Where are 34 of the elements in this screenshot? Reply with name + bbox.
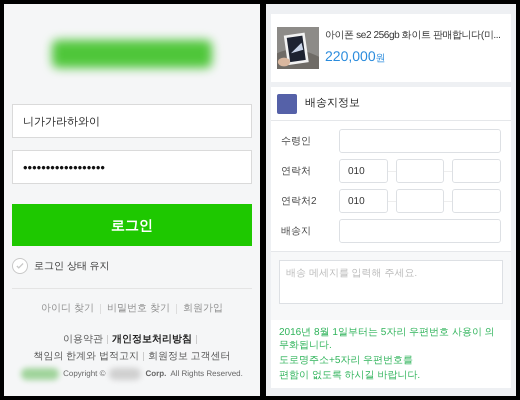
footer-link[interactable]: 개인정보처리방침 xyxy=(112,332,192,347)
copyright-text: Copyright © xyxy=(63,368,106,380)
input-field[interactable] xyxy=(396,159,444,183)
notice-text: 2016년 8월 1일부터는 5자리 우편번호 사용이 의무화됩니다. xyxy=(279,326,496,352)
square-icon xyxy=(277,94,297,114)
input-field[interactable] xyxy=(452,159,502,183)
input-field[interactable] xyxy=(396,189,444,213)
field-label: 배송지 xyxy=(281,224,312,238)
keep-login-label: 로그인 상태 유지 xyxy=(34,260,110,274)
blurred-logo xyxy=(109,368,142,380)
password-field[interactable]: •••••••••••••••••• xyxy=(12,150,252,184)
field-label: 수령인 xyxy=(281,134,312,148)
keep-login-checkbox[interactable] xyxy=(12,258,28,274)
rights-text: All Rights Reserved. xyxy=(170,368,243,380)
input-field[interactable]: 010 xyxy=(339,159,388,183)
product-price: 220,000원 xyxy=(325,47,387,66)
input-field[interactable]: 010 xyxy=(339,189,388,213)
input-field[interactable] xyxy=(452,189,502,213)
field-label: 연락처 xyxy=(281,164,312,178)
notice-text: 편함이 없도록 하시길 바랍니다. xyxy=(279,369,422,382)
id-field[interactable]: 니가가라하와이 xyxy=(12,104,252,138)
product-title: 아이폰 se2 256gb 화이트 판매합니다(미... xyxy=(325,29,501,42)
footer-link[interactable]: 이용약관 xyxy=(63,332,103,347)
blurred-logo xyxy=(21,368,60,380)
footer-link[interactable]: 책임의 한계와 법적고지 xyxy=(33,349,139,364)
company-text: Corp. xyxy=(145,368,166,380)
notice-text: 도로명주소+5자리 우편번호를 xyxy=(279,354,414,367)
check-icon xyxy=(15,261,25,271)
section-title: 배송지정보 xyxy=(305,96,360,112)
message-field[interactable]: 배송 메세지를 입력해 주세요. xyxy=(279,260,503,304)
footer-link[interactable]: 회원정보 고객센터 xyxy=(148,349,231,364)
field-label: 연락처2 xyxy=(281,194,318,208)
input-field[interactable] xyxy=(339,219,501,243)
input-field[interactable] xyxy=(339,129,501,153)
